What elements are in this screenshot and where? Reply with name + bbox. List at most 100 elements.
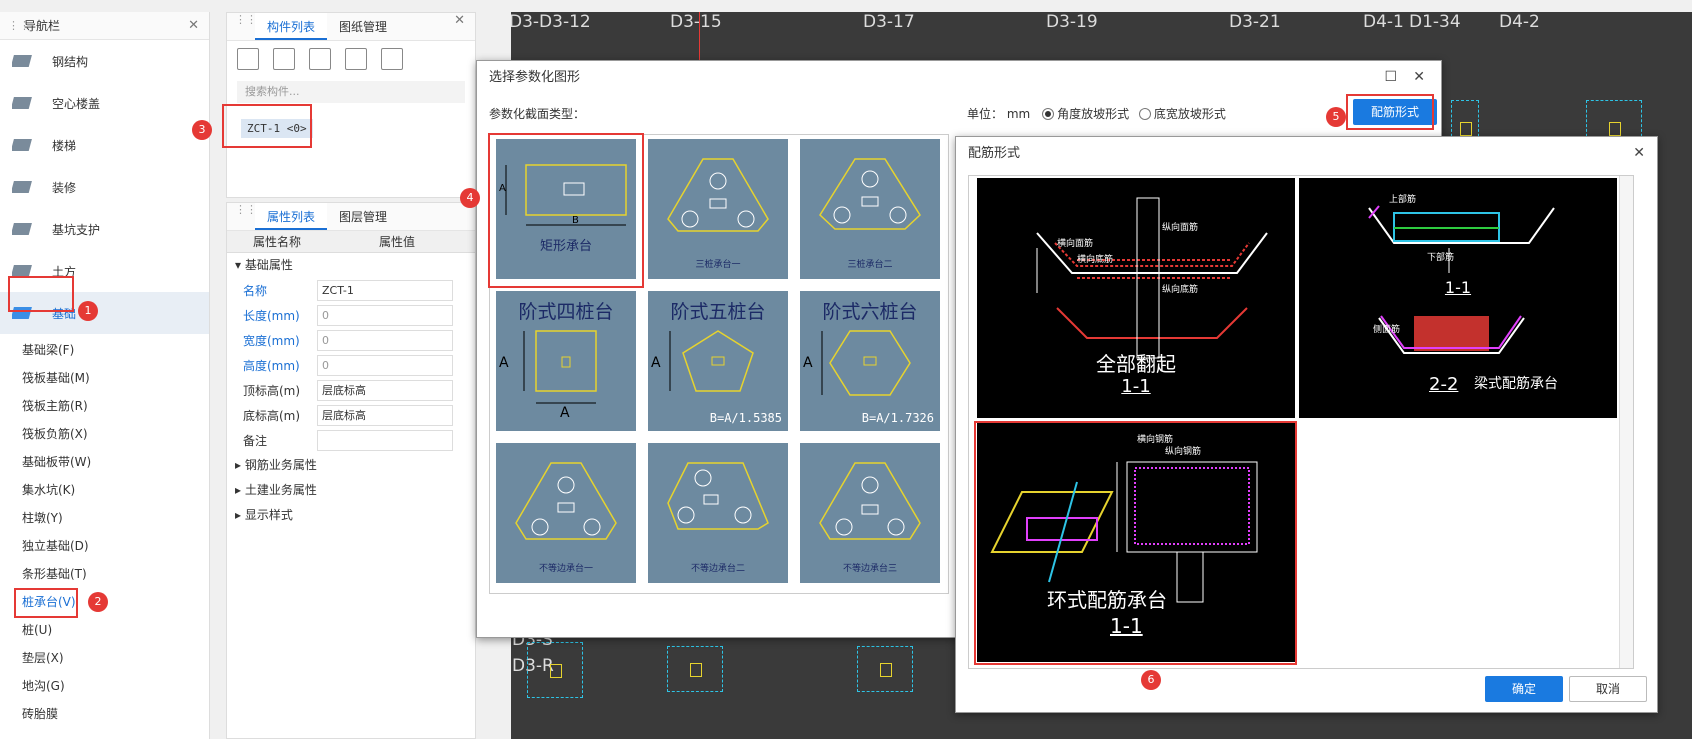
sub-item[interactable]: 筏板负筋(X) xyxy=(0,420,209,448)
shape-caption: 不等边承台一 xyxy=(538,564,593,574)
shape-caption: 阶式四桩台 xyxy=(518,301,614,323)
property-group[interactable]: ▸ 钢筋业务属性 xyxy=(227,453,475,478)
dialog-title: 配筋形式 xyxy=(968,146,1021,161)
property-value-input[interactable]: ZCT-1 xyxy=(317,280,453,301)
axis-label: D1-34 xyxy=(1409,12,1461,32)
shape-option[interactable]: 三桩承台二 xyxy=(800,139,940,279)
shape-option[interactable]: 不等边承台一 xyxy=(496,443,636,583)
property-value-input[interactable]: 层底标高 xyxy=(317,405,453,426)
rebar-label: 纵向底筋 xyxy=(1162,285,1199,295)
rebar-option-beam[interactable]: 上部筋 下部筋 侧面筋 1-1 2-2 梁式配筋承台 xyxy=(1299,178,1617,418)
group-label: 显示样式 xyxy=(244,508,293,522)
component-search-input[interactable]: 搜索构件... xyxy=(237,81,465,103)
property-value-input[interactable] xyxy=(317,430,453,451)
sidebar-item-label: 装修 xyxy=(52,180,77,195)
tab-layer-management[interactable]: 图层管理 xyxy=(327,203,399,230)
property-group[interactable]: ▸ 显示样式 xyxy=(227,503,475,528)
property-row: 名称 ZCT-1 xyxy=(227,278,475,303)
shape-option[interactable]: 阶式六桩台 B=A/1.7326 A xyxy=(800,291,940,431)
grip-icon[interactable]: ⋮⋮ xyxy=(235,203,257,216)
step-badge-5: 5 xyxy=(1326,107,1346,127)
maximize-icon[interactable]: ☐ xyxy=(1384,69,1397,85)
tab-property-list[interactable]: 属性列表 xyxy=(255,203,328,230)
sub-item[interactable]: 独立基础(D) xyxy=(0,532,209,560)
group-label: 钢筋业务属性 xyxy=(244,458,317,472)
property-value-input[interactable]: 0 xyxy=(317,330,453,351)
layer-copy-icon[interactable] xyxy=(381,48,403,70)
delete-icon[interactable] xyxy=(309,48,331,70)
sub-item[interactable]: 基础板带(W) xyxy=(0,448,209,476)
property-row: 宽度(mm) 0 xyxy=(227,328,475,353)
close-icon[interactable]: ✕ xyxy=(1413,69,1425,85)
shape-caption: 三桩承台二 xyxy=(847,260,893,270)
radio-angle-slope[interactable]: 角度放坡形式 xyxy=(1042,107,1129,121)
copy-icon[interactable] xyxy=(273,48,295,70)
sub-item[interactable]: 垫层(X) xyxy=(0,644,209,672)
property-panel: ⋮⋮ 属性列表 图层管理 属性名称 属性值 ▾ 基础属性 名称 ZCT-1 长度(m… xyxy=(226,202,476,739)
unit-value: mm xyxy=(1006,107,1031,121)
ok-button[interactable]: 确定 xyxy=(1485,676,1563,702)
sub-item[interactable]: 条形基础(T) xyxy=(0,560,209,588)
shape-option[interactable]: 不等边承台三 xyxy=(800,443,940,583)
property-name: 顶标高(m) xyxy=(243,384,301,398)
sub-item[interactable]: 柱墩(Y) xyxy=(0,504,209,532)
close-icon[interactable]: ✕ xyxy=(188,12,199,40)
sub-item[interactable]: 集水坑(K) xyxy=(0,476,209,504)
duplicate-icon[interactable] xyxy=(345,48,367,70)
axis-label: D3-15 xyxy=(670,12,722,32)
property-group[interactable]: ▸ 土建业务属性 xyxy=(227,478,475,503)
shape-option[interactable]: 阶式五桩台 B=A/1.5385 A xyxy=(648,291,788,431)
unit-row: 单位： mm 角度放坡形式 底宽放坡形式 xyxy=(967,105,1226,122)
group-basic-properties[interactable]: ▾ 基础属性 xyxy=(227,253,475,278)
step-badge-2: 2 xyxy=(88,592,108,612)
grip-icon[interactable]: ⋮⋮ xyxy=(8,12,30,40)
cancel-button[interactable]: 取消 xyxy=(1569,676,1647,702)
new-component-icon[interactable] xyxy=(237,48,259,70)
vertical-scrollbar[interactable] xyxy=(1619,176,1633,668)
close-icon[interactable]: ✕ xyxy=(1633,145,1645,161)
sub-item[interactable]: 基础梁(F) xyxy=(0,336,209,364)
sub-item[interactable]: 地沟(G) xyxy=(0,672,209,700)
property-value-input[interactable]: 0 xyxy=(317,355,453,376)
sub-item[interactable]: 筏板主筋(R) xyxy=(0,392,209,420)
sub-item[interactable]: 筏板基础(M) xyxy=(0,364,209,392)
sidebar-item-label: 钢结构 xyxy=(52,54,89,69)
property-name: 高度(mm) xyxy=(243,359,300,373)
sidebar-item-label: 空心楼盖 xyxy=(52,96,101,111)
sidebar-item-label: 基坑支护 xyxy=(52,222,101,237)
component-toolbar xyxy=(227,41,475,77)
rebar-option-full-bent[interactable]: 横向面筋 纵向面筋 横向底筋 纵向底筋 全部翻起 1-1 xyxy=(977,178,1295,418)
property-value-input[interactable]: 0 xyxy=(317,305,453,326)
tab-component-list[interactable]: 构件列表 xyxy=(255,13,328,40)
radio-width-slope[interactable]: 底宽放坡形式 xyxy=(1138,107,1226,121)
pile-cap-outline[interactable] xyxy=(667,646,723,692)
sidebar-item-steel-structure[interactable]: 钢结构 xyxy=(0,40,209,82)
axis-label: D3-21 xyxy=(1229,12,1281,32)
radio-icon xyxy=(1138,108,1151,120)
sidebar-item-decoration[interactable]: 装修 xyxy=(0,166,209,208)
sidebar-item-hollow-floor[interactable]: 空心楼盖 xyxy=(0,82,209,124)
sidebar-item-pit-support[interactable]: 基坑支护 xyxy=(0,208,209,250)
close-icon[interactable]: ✕ xyxy=(454,13,465,28)
rebar-label: 纵向面筋 xyxy=(1162,223,1199,233)
pile-cap-outline[interactable] xyxy=(527,642,583,698)
sub-item[interactable]: 砖胎膜 xyxy=(0,700,209,728)
grip-icon[interactable]: ⋮⋮ xyxy=(235,13,257,26)
pile-cap-outline[interactable] xyxy=(857,646,913,692)
shape-option[interactable]: 阶式四桩台 A A xyxy=(496,291,636,431)
shape-caption: 三桩承台一 xyxy=(695,260,741,270)
shape-option[interactable]: 不等边承台二 xyxy=(648,443,788,583)
property-value-input[interactable]: 层底标高 xyxy=(317,380,453,401)
step-badge-3: 3 xyxy=(192,120,212,140)
nav-header: ⋮⋮ 导航栏 ✕ xyxy=(0,12,209,40)
component-tabs: ⋮⋮ 构件列表 图纸管理 ✕ xyxy=(227,13,475,41)
pit-support-icon xyxy=(10,219,38,239)
section-type-label: 参数化截面类型： xyxy=(489,107,586,121)
shape-option[interactable]: 三桩承台一 xyxy=(648,139,788,279)
tab-drawing-management[interactable]: 图纸管理 xyxy=(327,13,399,40)
section-label: 1-1 xyxy=(1121,376,1151,397)
sub-item[interactable]: 桩(U) xyxy=(0,616,209,644)
sidebar-item-stairs[interactable]: 楼梯 xyxy=(0,124,209,166)
dialog-title: 选择参数化图形 xyxy=(489,70,581,85)
property-name: 名称 xyxy=(243,284,268,298)
